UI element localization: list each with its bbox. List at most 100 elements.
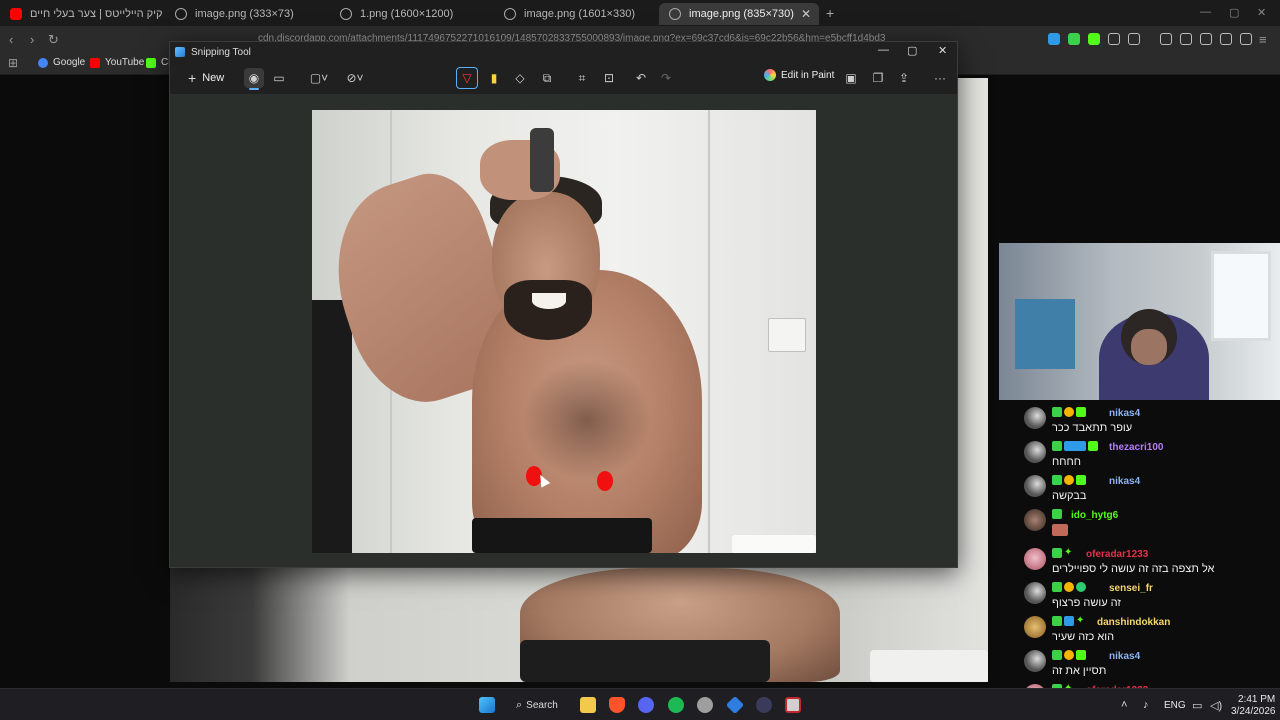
- camera-icon[interactable]: ◉: [244, 68, 264, 90]
- extension-icon[interactable]: [1068, 33, 1080, 45]
- taskbar-search[interactable]: ⌕ Search: [516, 695, 558, 715]
- app-icon[interactable]: [725, 695, 745, 715]
- minimize-icon[interactable]: —: [878, 44, 889, 56]
- cam-cabinet: [1015, 299, 1075, 369]
- maximize-icon[interactable]: ▢: [907, 44, 917, 57]
- extension-icon[interactable]: [1088, 33, 1100, 45]
- close-icon[interactable]: ✕: [938, 44, 947, 57]
- file-explorer-icon[interactable]: [580, 697, 596, 713]
- obs-icon[interactable]: [697, 697, 713, 713]
- bookmark-youtube[interactable]: YouTube: [90, 57, 144, 68]
- search-icon: ⌕: [516, 698, 523, 711]
- app-icon[interactable]: [756, 697, 772, 713]
- chat-username[interactable]: sensei_fr: [1109, 583, 1153, 594]
- apps-grid-icon[interactable]: ⊞: [8, 56, 18, 70]
- chat-message: ✦ oferadar1233: [1000, 680, 1280, 688]
- crop-icon[interactable]: ⌗: [572, 68, 592, 88]
- sub-badge-icon: [1052, 441, 1062, 451]
- badge-row: [1052, 475, 1086, 485]
- undo-icon[interactable]: ↶: [631, 68, 651, 88]
- clock-date[interactable]: 3/24/2026: [1231, 706, 1276, 717]
- eraser-icon[interactable]: ◇: [510, 68, 530, 88]
- save-icon[interactable]: ▣: [841, 68, 861, 88]
- new-snip-button[interactable]: + New: [180, 67, 232, 89]
- badge-row: [1052, 582, 1086, 592]
- chat-username[interactable]: nikas4: [1109, 476, 1140, 487]
- coin-badge-icon: [1064, 475, 1074, 485]
- tab-label: image.png (333×73): [195, 8, 294, 20]
- forward-icon[interactable]: ›: [30, 32, 34, 47]
- edit-in-paint-button[interactable]: Edit in Paint: [764, 69, 834, 81]
- chat-username[interactable]: oferadar1233: [1086, 549, 1148, 560]
- avatar: [1024, 441, 1046, 463]
- kick-icon: [146, 57, 156, 68]
- microphone-icon[interactable]: ♪: [1143, 699, 1149, 711]
- shield-icon[interactable]: [1240, 33, 1252, 45]
- language-indicator[interactable]: ENG: [1164, 700, 1186, 711]
- red-annotation-dot: [597, 471, 613, 491]
- redo-icon[interactable]: ↷: [656, 68, 676, 88]
- reload-icon[interactable]: ↻: [48, 32, 59, 48]
- tab-image-1[interactable]: image.png (333×73): [165, 3, 330, 25]
- youtube-icon: [90, 57, 100, 68]
- close-tab-icon[interactable]: ✕: [801, 7, 811, 21]
- clock-time[interactable]: 2:41 PM: [1238, 694, 1275, 705]
- snipping-tool-icon: [175, 47, 185, 57]
- highlighter-icon[interactable]: ▮: [484, 68, 504, 88]
- music-icon[interactable]: [1160, 33, 1172, 45]
- brave-icon[interactable]: [609, 697, 625, 713]
- tab-image-active[interactable]: image.png (835×730) ✕: [659, 3, 819, 25]
- bookmark-kick[interactable]: Cl: [146, 57, 170, 68]
- wallet-icon[interactable]: [1200, 33, 1212, 45]
- globe-icon: [175, 8, 187, 20]
- video-icon[interactable]: ▭: [269, 68, 289, 88]
- sub-badge-icon: [1052, 407, 1062, 417]
- star-badge-icon: ✦: [1076, 615, 1085, 626]
- stream-chat: nikas4 עופר תתאבד ככר thezacri100 חחחח n…: [1000, 400, 1280, 688]
- menu-icon[interactable]: ≡: [1259, 32, 1267, 47]
- chat-username[interactable]: ido_hytg6: [1071, 510, 1118, 521]
- new-tab-button[interactable]: +: [826, 5, 834, 21]
- chat-username[interactable]: nikas4: [1109, 651, 1140, 662]
- snipping-tool-taskbar-icon[interactable]: [785, 697, 801, 713]
- volume-icon[interactable]: ◁): [1210, 699, 1222, 712]
- briefs: [472, 518, 652, 553]
- windows-start-icon[interactable]: [479, 697, 495, 713]
- share-icon[interactable]: ⇪: [894, 68, 914, 88]
- tab-image-3[interactable]: image.png (1601×330): [494, 3, 659, 25]
- close-window-icon[interactable]: ✕: [1257, 6, 1266, 19]
- minimize-icon[interactable]: —: [1200, 6, 1211, 18]
- trimmer: [530, 128, 554, 192]
- back-icon[interactable]: ‹: [9, 32, 13, 47]
- copy-icon[interactable]: ❐: [868, 68, 888, 88]
- more-options-button[interactable]: ···: [930, 68, 950, 88]
- coin-badge-icon: [1064, 650, 1074, 660]
- avatar: [1024, 407, 1046, 429]
- shapes-icon[interactable]: ⧉: [537, 68, 557, 88]
- tab-image-2[interactable]: 1.png (1600×1200): [330, 3, 495, 25]
- chevron-up-icon[interactable]: ˄: [1121, 699, 1127, 711]
- chat-username[interactable]: danshindokkan: [1097, 617, 1170, 628]
- bookmark-google[interactable]: Google: [38, 57, 85, 68]
- spotify-icon[interactable]: [668, 697, 684, 713]
- discord-icon[interactable]: [638, 697, 654, 713]
- pen-icon[interactable]: ▽: [456, 67, 478, 89]
- text-actions-icon[interactable]: ⊡: [599, 68, 619, 88]
- extension-icon[interactable]: [1048, 33, 1060, 45]
- sidebar-icon[interactable]: [1180, 33, 1192, 45]
- maximize-icon[interactable]: ▢: [1229, 6, 1239, 19]
- avatar: [1024, 616, 1046, 638]
- avatar: [1024, 548, 1046, 570]
- puzzle-icon[interactable]: [1108, 33, 1120, 45]
- viewed-image-briefs: [520, 640, 770, 682]
- snip-mode-dropdown[interactable]: ▢˅: [306, 68, 332, 88]
- extension-icon[interactable]: [1128, 33, 1140, 45]
- chat-username[interactable]: nikas4: [1109, 408, 1140, 419]
- captured-screenshot[interactable]: [312, 110, 816, 553]
- delay-dropdown[interactable]: ⊘˅: [342, 68, 368, 88]
- ai-icon[interactable]: [1220, 33, 1232, 45]
- chat-username[interactable]: thezacri100: [1109, 442, 1163, 453]
- chat-text: בבקשה: [1052, 490, 1087, 502]
- tab-youtube[interactable]: קיק היילייטס | צער בעלי חיים - YouTube: [0, 3, 165, 25]
- network-icon[interactable]: ▭: [1192, 699, 1202, 712]
